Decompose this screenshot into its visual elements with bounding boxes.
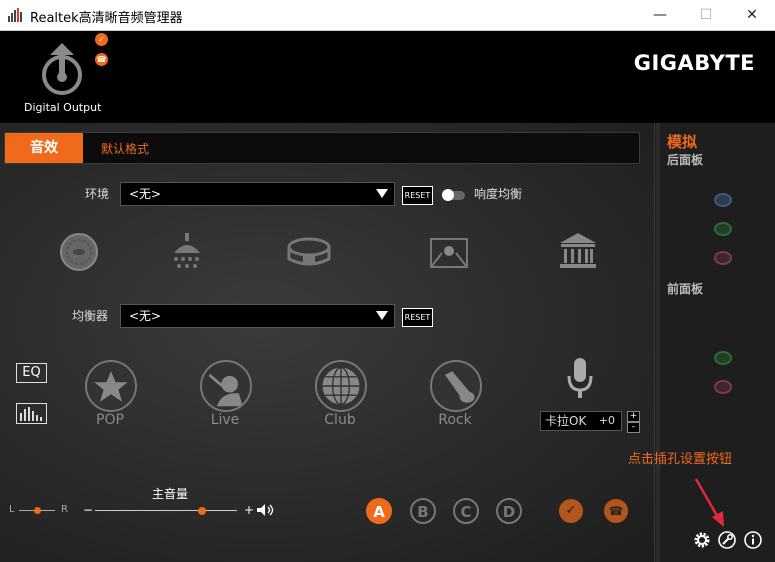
environment-reset-button[interactable]: RESET <box>402 186 433 205</box>
rear-blue-jack[interactable] <box>714 193 732 207</box>
phone-icon[interactable]: ☎ <box>95 53 108 66</box>
profile-a-button[interactable]: A <box>366 498 392 524</box>
brand-logo: GIGABYTE <box>633 51 755 75</box>
rock-preset-icon[interactable] <box>430 360 482 412</box>
maximize-button[interactable]: ☐ <box>683 0 729 31</box>
loudness-label: 响度均衡 <box>474 187 523 201</box>
balance-left-label: L <box>9 504 15 515</box>
tab-default-format[interactable]: 默认格式 <box>101 140 149 157</box>
karaoke-field[interactable]: 卡拉OK +0 <box>540 411 622 431</box>
master-volume-label: 主音量 <box>152 487 189 501</box>
club-preset-icon[interactable] <box>315 360 367 412</box>
minimize-button[interactable]: — <box>637 0 683 31</box>
chevron-down-icon <box>376 311 388 320</box>
live-preset-label: Live <box>210 412 240 428</box>
club-preset-label: Club <box>324 412 356 428</box>
profile-c-button[interactable]: C <box>453 498 479 524</box>
device-label: Digital Output <box>24 101 102 114</box>
check-icon[interactable]: ✓ <box>95 33 108 46</box>
environment-label: 环境 <box>85 187 110 201</box>
title-bar: Realtek高清晰音频管理器 — ☐ ✕ <box>0 0 775 31</box>
equalizer-reset-button[interactable]: RESET <box>402 308 433 327</box>
pop-preset-icon[interactable] <box>85 360 137 412</box>
loudness-toggle[interactable] <box>442 189 465 201</box>
balance-slider[interactable] <box>19 507 55 514</box>
stadium-icon[interactable] <box>287 231 331 273</box>
front-pink-jack[interactable] <box>714 380 732 394</box>
eq-button[interactable]: EQ <box>16 363 47 383</box>
room-icon[interactable] <box>428 231 470 273</box>
master-volume-slider[interactable] <box>95 507 237 515</box>
digital-output-icon[interactable] <box>40 43 84 95</box>
karaoke-decrease-button[interactable]: - <box>627 422 640 433</box>
balance-slider-thumb[interactable] <box>33 507 41 514</box>
phone-icon[interactable]: ☎ <box>604 499 628 523</box>
environment-value: <无> <box>129 187 162 201</box>
master-volume-slider-thumb[interactable] <box>197 507 206 515</box>
check-icon[interactable]: ✓ <box>559 499 583 523</box>
analog-title: 模拟 <box>667 133 698 151</box>
volume-minus-icon[interactable]: − <box>83 503 93 517</box>
front-green-jack[interactable] <box>714 351 732 365</box>
front-panel-label: 前面板 <box>667 282 704 296</box>
karaoke-value: +0 <box>598 414 615 427</box>
side-panel-divider <box>656 123 660 562</box>
rear-pink-jack[interactable] <box>714 251 732 265</box>
close-button[interactable]: ✕ <box>729 0 775 31</box>
pop-preset-label: POP <box>96 412 124 428</box>
sewer-icon[interactable] <box>58 231 100 273</box>
concert-hall-icon[interactable] <box>557 231 599 273</box>
equalizer-label: 均衡器 <box>72 309 109 323</box>
graphic-eq-icon[interactable] <box>16 403 47 424</box>
rear-green-jack[interactable] <box>714 222 732 236</box>
wrench-icon[interactable] <box>718 531 736 549</box>
chevron-down-icon <box>376 189 388 198</box>
karaoke-label: 卡拉OK <box>545 414 587 428</box>
equalizer-select[interactable]: <无> <box>120 304 395 328</box>
rock-preset-label: Rock <box>438 412 472 428</box>
tab-strip: 音效 默认格式 <box>4 132 640 164</box>
callout-arrow-icon <box>694 478 724 527</box>
device-header: Digital Output ✓ ☎ GIGABYTE <box>0 31 775 127</box>
tab-sound-effects[interactable]: 音效 <box>5 133 83 163</box>
balance-right-label: R <box>61 504 68 515</box>
window-title: Realtek高清晰音频管理器 <box>30 11 183 26</box>
rear-panel-label: 后面板 <box>667 153 704 167</box>
environment-select[interactable]: <无> <box>120 182 395 206</box>
microphone-icon <box>567 358 593 398</box>
profile-b-button[interactable]: B <box>410 498 436 524</box>
main-panel: 音效 默认格式 环境 <无> RESET 响度均衡 均衡器 <无> RESET … <box>0 123 654 562</box>
realtek-audio-manager-window: Realtek高清晰音频管理器 — ☐ ✕ Digital Output ✓ ☎… <box>0 0 775 562</box>
speaker-icon[interactable] <box>257 504 275 516</box>
shower-icon[interactable] <box>166 231 208 273</box>
jack-settings-callout: 点击插孔设置按钮 <box>628 452 733 467</box>
info-icon[interactable] <box>744 531 762 549</box>
gear-icon[interactable] <box>693 531 711 549</box>
profile-d-button[interactable]: D <box>496 498 522 524</box>
equalizer-value: <无> <box>129 309 162 323</box>
live-preset-icon[interactable] <box>200 360 252 412</box>
realtek-app-icon <box>8 8 24 22</box>
volume-plus-icon[interactable]: + <box>244 503 254 517</box>
karaoke-increase-button[interactable]: + <box>627 411 640 422</box>
